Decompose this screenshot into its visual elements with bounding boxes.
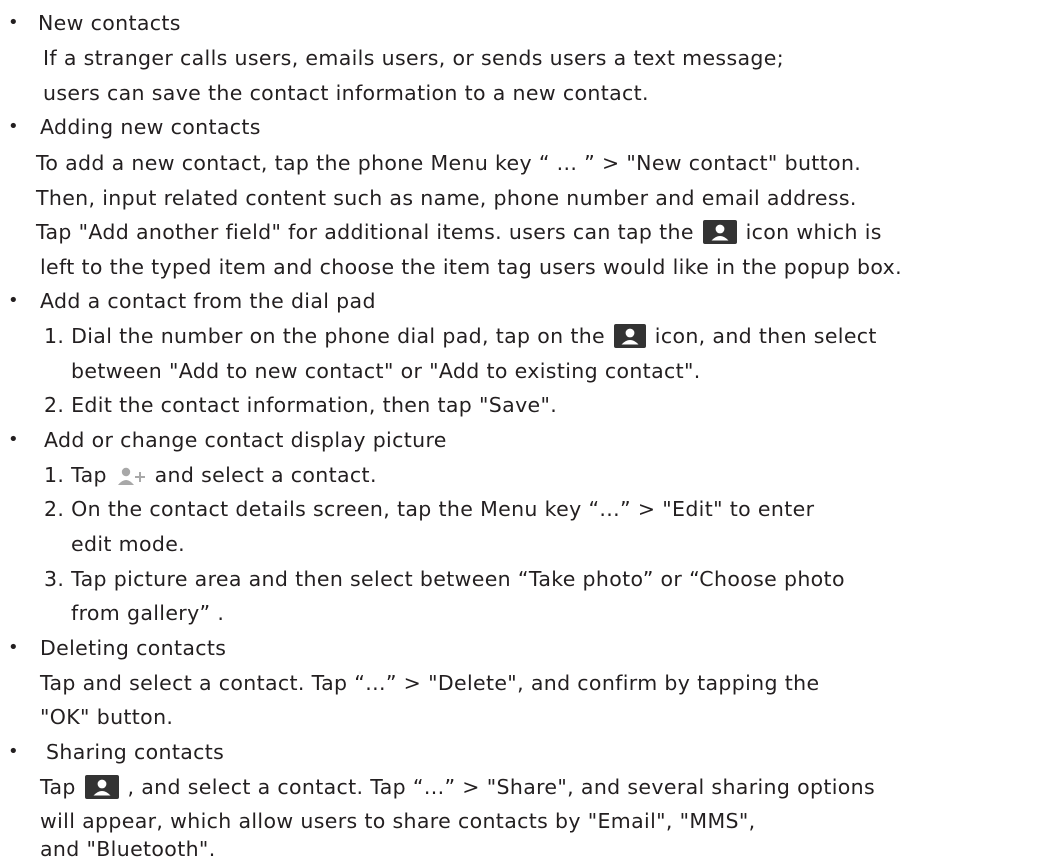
body-text: , and select a contact. Tap “...” > "Sha… <box>127 775 876 799</box>
body-text: icon, and then select <box>654 324 877 348</box>
body-line: 3. Tap picture area and then select betw… <box>44 567 845 591</box>
body-text: 1. Tap <box>44 463 107 487</box>
body-line: users can save the contact information t… <box>43 81 649 105</box>
body-line: between "Add to new contact" or "Add to … <box>71 359 701 383</box>
bullet: • <box>8 637 19 658</box>
body-line: edit mode. <box>71 532 186 556</box>
bullet: • <box>8 116 19 137</box>
body-line: Then, input related content such as name… <box>36 186 857 210</box>
contact-icon <box>702 220 737 254</box>
body-line: If a stranger calls users, emails users,… <box>43 46 784 70</box>
body-line: left to the typed item and choose the it… <box>40 255 902 279</box>
body-text: Tap <box>40 775 76 799</box>
body-text: icon which is <box>745 220 882 244</box>
bullet: • <box>8 290 19 311</box>
body-text: and select a contact. <box>154 463 377 487</box>
manual-page: • New contacts If a stranger calls users… <box>0 0 1057 866</box>
body-line: and "Bluetooth". <box>40 837 216 861</box>
body-text: Tap "Add another field" for additional i… <box>36 220 694 244</box>
bullet: • <box>8 429 19 450</box>
body-line: "OK" button. <box>40 705 174 729</box>
bullet: • <box>8 12 19 33</box>
body-line: 2. On the contact details screen, tap th… <box>44 497 815 521</box>
section-heading: New contacts <box>38 11 181 35</box>
body-text: 1. Dial the number on the phone dial pad… <box>44 324 606 348</box>
contact-icon <box>613 324 646 358</box>
body-line: Tap , and select a contact. Tap “...” > … <box>40 770 875 804</box>
section-heading: Deleting contacts <box>40 636 227 660</box>
section-heading: Adding new contacts <box>40 115 261 139</box>
body-line: 1. Dial the number on the phone dial pad… <box>44 319 877 353</box>
body-line: 2. Edit the contact information, then ta… <box>44 393 558 417</box>
body-line: Tap "Add another field" for additional i… <box>36 215 882 249</box>
body-line: from gallery” . <box>71 601 225 625</box>
section-heading: Add a contact from the dial pad <box>40 289 376 313</box>
section-heading: Add or change contact display picture <box>44 428 447 452</box>
body-line: To add a new contact, tap the phone Menu… <box>36 151 862 175</box>
section-heading: Sharing contacts <box>46 740 225 764</box>
body-line: Tap and select a contact. Tap “...” > "D… <box>40 671 820 695</box>
body-line: 1. Tap and select a contact. <box>44 458 377 492</box>
bullet: • <box>8 741 19 762</box>
